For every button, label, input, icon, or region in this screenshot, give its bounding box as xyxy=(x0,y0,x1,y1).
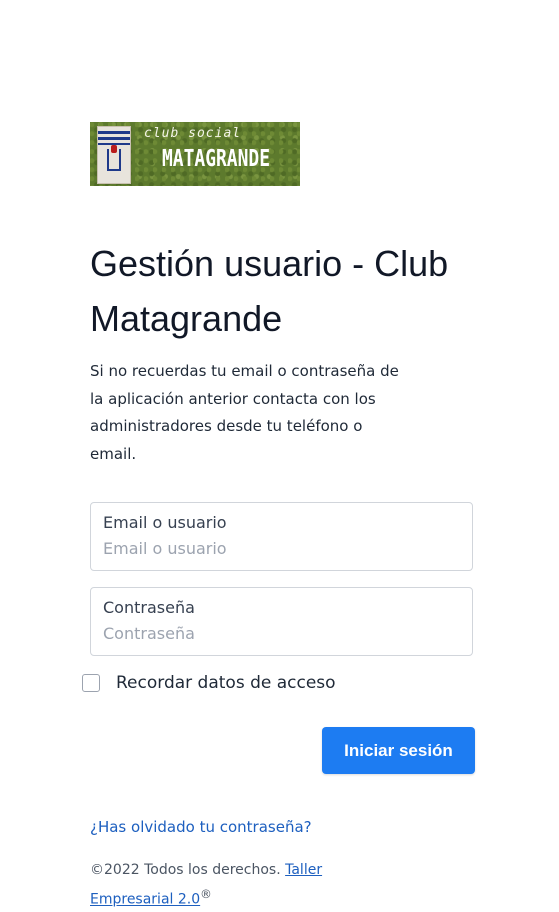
password-field[interactable]: Contraseña xyxy=(90,587,473,656)
remember-me[interactable]: Recordar datos de acceso xyxy=(82,673,336,693)
footer: ©2022 Todos los derechos. Taller Empresa… xyxy=(90,858,390,912)
remember-checkbox[interactable] xyxy=(82,674,100,692)
intro-text: Si no recuerdas tu email o contraseña de… xyxy=(90,362,399,463)
club-logo: club social MATAGRANDE xyxy=(90,122,300,186)
login-button[interactable]: Iniciar sesión xyxy=(322,727,475,774)
email-input[interactable] xyxy=(103,539,453,558)
email-field[interactable]: Email o usuario xyxy=(90,502,473,571)
password-label: Contraseña xyxy=(103,598,195,617)
registered-mark: ® xyxy=(200,887,212,901)
logo-text-club-social: club social xyxy=(144,126,242,141)
email-label: Email o usuario xyxy=(103,513,227,532)
forgot-password-link[interactable]: ¿Has olvidado tu contraseña? xyxy=(90,818,312,836)
password-input[interactable] xyxy=(103,624,453,643)
remember-label: Recordar datos de acceso xyxy=(116,673,336,693)
page-title: Gestión usuario - Club Matagrande xyxy=(90,243,449,339)
logo-text-matagrande: MATAGRANDE xyxy=(162,146,271,172)
copyright-text: ©2022 Todos los derechos. xyxy=(90,862,281,878)
logo-emblem-icon xyxy=(97,126,131,184)
